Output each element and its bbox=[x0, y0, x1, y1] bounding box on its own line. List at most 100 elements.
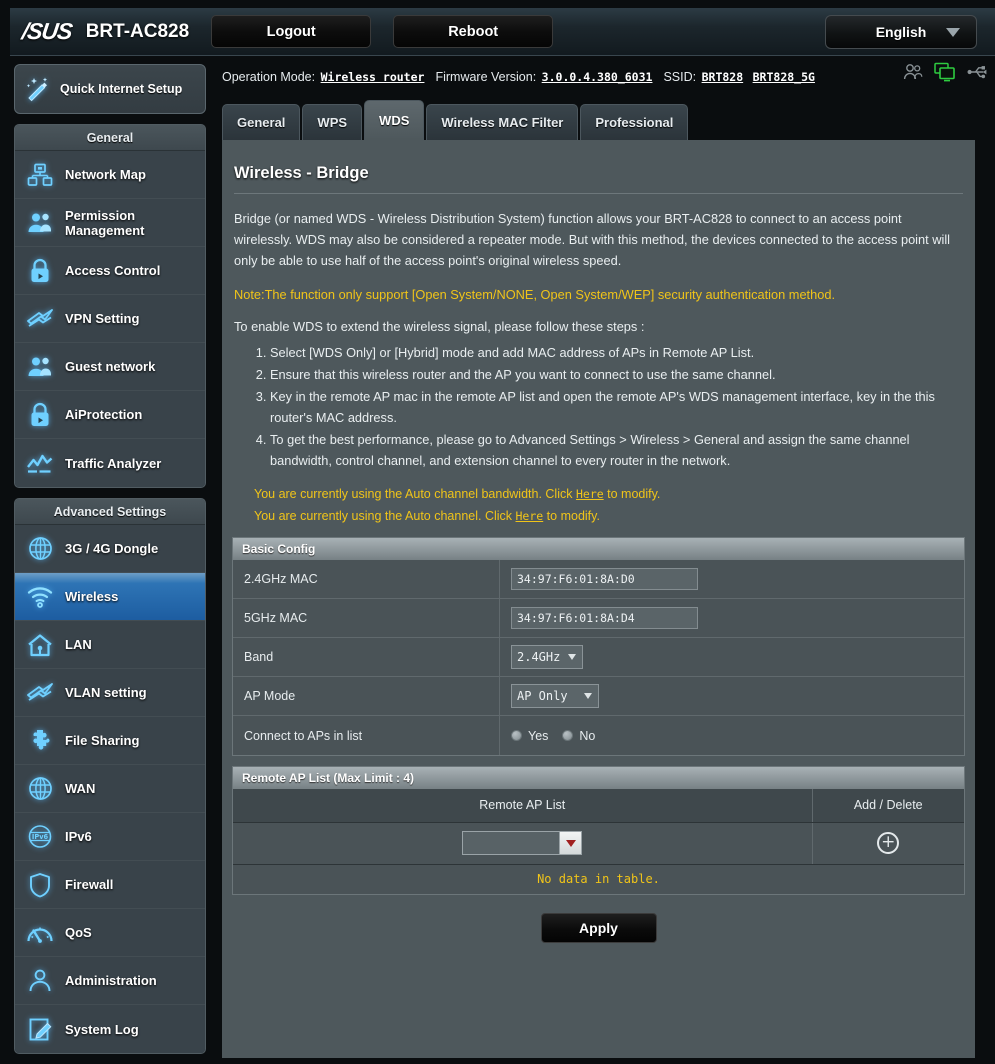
sidebar-item-firewall[interactable]: Firewall bbox=[15, 861, 205, 909]
security-note: Note:The function only support [Open Sys… bbox=[234, 287, 836, 302]
shield-lock-icon bbox=[25, 400, 55, 430]
row-band: Band 2.4GHz5GHz bbox=[233, 638, 964, 677]
reboot-button[interactable]: Reboot bbox=[393, 15, 554, 48]
sidebar-item-vlan-setting[interactable]: VLAN setting bbox=[15, 669, 205, 717]
label-band: Band bbox=[233, 638, 500, 676]
label-24ghz-mac: 2.4GHz MAC bbox=[233, 560, 500, 598]
sidebar-item-3g-4g-dongle[interactable]: 3G / 4G Dongle bbox=[15, 525, 205, 573]
language-selector[interactable]: English bbox=[825, 15, 977, 49]
firmware-group: Firmware Version: 3.0.0.4.380_6031 bbox=[435, 70, 656, 84]
sidebar-item-qos[interactable]: QoS bbox=[15, 909, 205, 957]
network-map-icon bbox=[25, 160, 55, 190]
sidebar-item-label: System Log bbox=[65, 1021, 139, 1037]
logout-button[interactable]: Logout bbox=[211, 15, 372, 48]
sidebar-item-quick-internet-setup[interactable]: Quick Internet Setup bbox=[14, 64, 206, 114]
sidebar-item-wan[interactable]: WAN bbox=[15, 765, 205, 813]
table-empty-row: No data in table. bbox=[233, 864, 964, 894]
tab-wps[interactable]: WPS bbox=[302, 104, 363, 140]
sidebar-item-administration[interactable]: Administration bbox=[15, 957, 205, 1005]
sidebar-item-label: QoS bbox=[65, 925, 92, 940]
firmware-label: Firmware Version: bbox=[435, 70, 537, 84]
ipv6-globe-icon: IPv6 bbox=[25, 822, 55, 852]
vlan-icon bbox=[25, 678, 55, 708]
band-select[interactable]: 2.4GHz5GHz bbox=[511, 645, 583, 669]
sidebar-item-wireless[interactable]: Wireless bbox=[15, 573, 205, 621]
col-remote-ap-list: Remote AP List bbox=[233, 789, 813, 823]
sidebar-item-access-control[interactable]: Access Control bbox=[15, 247, 205, 295]
sidebar-item-network-map[interactable]: Network Map bbox=[15, 151, 205, 199]
traffic-analyzer-icon bbox=[25, 448, 55, 478]
remote-ap-table: Remote AP List Add / Delete + No data in… bbox=[233, 789, 964, 894]
sidebar-item-file-sharing[interactable]: File Sharing bbox=[15, 717, 205, 765]
apply-button[interactable]: Apply bbox=[540, 913, 657, 943]
language-label: English bbox=[875, 24, 927, 40]
cell-remote-ap-select bbox=[233, 822, 813, 865]
svg-text:IPv6: IPv6 bbox=[32, 833, 49, 841]
sidebar-item-traffic-analyzer[interactable]: Traffic Analyzer bbox=[15, 439, 205, 487]
ssid-24-value[interactable]: BRT828 bbox=[702, 70, 744, 84]
row-ap-mode: AP Mode AP OnlyWDS OnlyHybrid bbox=[233, 677, 964, 716]
asus-logo: /SUS bbox=[20, 18, 74, 44]
sidebar-item-label: Administration bbox=[65, 973, 157, 988]
intro-paragraph: Bridge (or named WDS - Wireless Distribu… bbox=[234, 211, 951, 268]
permission-management-icon bbox=[25, 208, 55, 238]
remote-ap-select[interactable] bbox=[462, 831, 583, 855]
network-monitor-icon[interactable] bbox=[934, 62, 956, 82]
mac-5ghz-input[interactable] bbox=[511, 607, 698, 629]
radio-no[interactable] bbox=[562, 730, 574, 741]
no-data-message: No data in table. bbox=[233, 864, 964, 894]
sidebar-item-aiprotection[interactable]: AiProtection bbox=[15, 391, 205, 439]
tab-wds[interactable]: WDS bbox=[364, 100, 425, 140]
firewall-shield-icon bbox=[25, 870, 55, 900]
operation-mode-group: Operation Mode: Wireless router bbox=[222, 70, 428, 84]
sidebar-item-permission-management[interactable]: Permission Management bbox=[15, 199, 205, 247]
clients-icon[interactable] bbox=[903, 63, 923, 81]
table-row: + bbox=[233, 822, 964, 865]
remote-ap-select-wrap bbox=[462, 831, 583, 855]
row-24ghz-mac: 2.4GHz MAC bbox=[233, 560, 964, 599]
hint-channel-link[interactable]: Here bbox=[516, 509, 544, 523]
radio-no-label: No bbox=[579, 728, 596, 743]
ssid-group: SSID: BRT828 BRT828_5G bbox=[663, 70, 818, 84]
sidebar-item-label: File Sharing bbox=[65, 733, 140, 748]
sidebar-item-ipv6[interactable]: IPv6 IPv6 bbox=[15, 813, 205, 861]
sidebar-item-label: Traffic Analyzer bbox=[65, 455, 162, 471]
sidebar-item-label: WAN bbox=[65, 781, 96, 796]
step-item: Select [WDS Only] or [Hybrid] mode and a… bbox=[270, 342, 951, 363]
radio-yes[interactable] bbox=[511, 730, 522, 741]
sidebar-item-label: VLAN setting bbox=[65, 685, 147, 700]
firmware-value[interactable]: 3.0.0.4.380_6031 bbox=[542, 70, 653, 84]
row-connect-to-aps: Connect to APs in list Yes No bbox=[233, 716, 964, 755]
magic-wand-icon bbox=[23, 74, 53, 104]
operation-info-bar: Operation Mode: Wireless router Firmware… bbox=[222, 60, 995, 94]
operation-mode-label: Operation Mode: bbox=[222, 70, 316, 84]
radio-yes-label: Yes bbox=[528, 728, 549, 743]
hint-channel-text-pre: You are currently using the Auto channel… bbox=[254, 509, 516, 523]
remote-ap-list-section: Remote AP List (Max Limit : 4) Remote AP… bbox=[232, 766, 965, 895]
home-icon bbox=[25, 630, 55, 660]
step-item: Ensure that this wireless router and the… bbox=[270, 364, 951, 385]
lock-icon bbox=[25, 256, 55, 286]
basic-config-header: Basic Config bbox=[233, 538, 964, 560]
sidebar-item-label: Firewall bbox=[65, 877, 114, 892]
hint-bandwidth-link[interactable]: Here bbox=[576, 487, 604, 501]
mac-24ghz-input[interactable] bbox=[511, 568, 698, 590]
value-connect-to-aps: Yes No bbox=[500, 729, 964, 743]
sidebar-item-vpn-setting[interactable]: VPN Setting bbox=[15, 295, 205, 343]
ssid-label: SSID: bbox=[663, 70, 697, 84]
plus-circle-icon[interactable]: + bbox=[877, 832, 900, 854]
tab-professional[interactable]: Professional bbox=[580, 104, 689, 140]
title-divider bbox=[234, 193, 963, 194]
table-header-row: Remote AP List Add / Delete bbox=[233, 789, 964, 823]
sidebar-item-guest-network[interactable]: Guest network bbox=[15, 343, 205, 391]
ap-mode-select[interactable]: AP OnlyWDS OnlyHybrid bbox=[511, 684, 599, 708]
tab-wireless-mac-filter[interactable]: Wireless MAC Filter bbox=[426, 104, 579, 140]
sidebar-item-lan[interactable]: LAN bbox=[15, 621, 205, 669]
ssid-5g-value[interactable]: BRT828_5G bbox=[753, 70, 815, 84]
operation-mode-value[interactable]: Wireless router bbox=[321, 70, 425, 84]
sidebar-item-system-log[interactable]: System Log bbox=[15, 1005, 205, 1053]
tab-general[interactable]: General bbox=[222, 104, 301, 140]
usb-icon[interactable] bbox=[967, 63, 987, 81]
sidebar-item-label: IPv6 bbox=[65, 829, 92, 844]
value-ap-mode: AP OnlyWDS OnlyHybrid bbox=[500, 684, 964, 708]
